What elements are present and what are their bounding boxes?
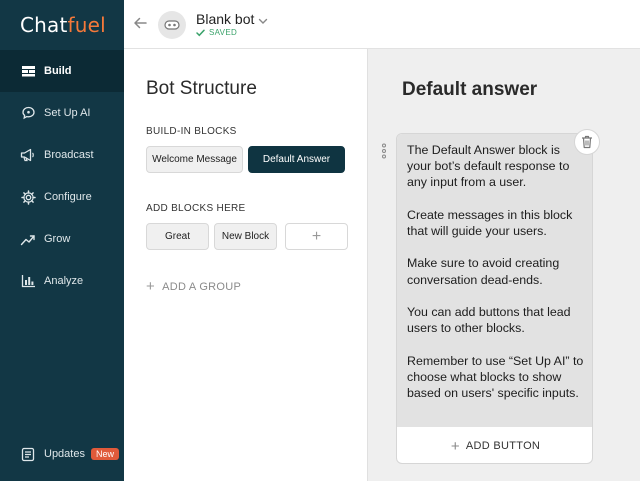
nav-item-broadcast[interactable]: Broadcast — [0, 134, 124, 176]
message-text[interactable]: The Default Answer block is your bot’s d… — [397, 134, 592, 427]
text-message-card: The Default Answer block is your bot’s d… — [396, 133, 593, 464]
editor-title: Default answer — [402, 79, 538, 100]
build-icon — [20, 63, 36, 79]
updates-icon — [20, 446, 36, 462]
new-badge: New — [90, 448, 119, 460]
plus-icon: + — [146, 278, 156, 295]
nav-item-grow[interactable]: Grow — [0, 218, 124, 260]
sidebar: Chatfuel Build Set Up AI Broadcast Confi… — [0, 0, 124, 481]
growth-chart-icon — [20, 231, 36, 247]
block-editor-panel: Default answer The Default Answer block … — [367, 49, 640, 481]
nav-label: Configure — [44, 191, 92, 203]
structure-title: Bot Structure — [146, 78, 257, 99]
nav-item-build[interactable]: Build — [0, 50, 124, 92]
nav-label: Broadcast — [44, 149, 94, 161]
top-bar: Blank bot SAVED — [124, 0, 640, 49]
plus-icon: + — [450, 437, 460, 455]
gear-icon — [20, 189, 36, 205]
nav-label: Build — [44, 65, 72, 77]
checkmark-icon — [196, 29, 205, 37]
bot-name[interactable]: Blank bot — [196, 11, 254, 27]
trash-icon[interactable] — [574, 129, 600, 155]
add-block-button[interactable]: + — [285, 223, 348, 250]
chatfuel-logo[interactable]: Chatfuel — [20, 13, 106, 37]
block-great[interactable]: Great — [146, 223, 209, 250]
nav-label: Grow — [44, 233, 71, 245]
megaphone-icon — [20, 147, 36, 163]
saved-status: SAVED — [196, 28, 237, 37]
add-blocks-label: ADD BLOCKS HERE — [146, 203, 246, 214]
nav-label: Updates — [44, 448, 85, 460]
chevron-down-icon[interactable] — [257, 14, 269, 26]
nav-label: Analyze — [44, 275, 84, 287]
block-new-block[interactable]: New Block — [214, 223, 277, 250]
add-group-button[interactable]: + ADD A GROUP — [146, 278, 241, 295]
back-arrow-icon[interactable] — [132, 15, 148, 31]
bot-structure-panel: Bot Structure BUILD-IN BLOCKS Welcome Me… — [124, 49, 367, 481]
ai-brain-icon — [20, 105, 36, 121]
nav-item-updates[interactable]: Updates New — [0, 433, 124, 475]
bot-avatar[interactable] — [158, 11, 186, 39]
builtin-blocks-label: BUILD-IN BLOCKS — [146, 126, 237, 137]
nav-item-analyze[interactable]: Analyze — [0, 260, 124, 302]
block-welcome-message[interactable]: Welcome Message — [146, 146, 243, 173]
nav-label: Set Up AI — [44, 107, 91, 119]
nav-item-configure[interactable]: Configure — [0, 176, 124, 218]
block-default-answer[interactable]: Default Answer — [248, 146, 345, 173]
add-button-button[interactable]: + ADD BUTTON — [397, 427, 592, 463]
nav-item-set-up-ai[interactable]: Set Up AI — [0, 92, 124, 134]
bar-chart-icon — [20, 273, 36, 289]
drag-handle-icon[interactable] — [381, 143, 387, 159]
